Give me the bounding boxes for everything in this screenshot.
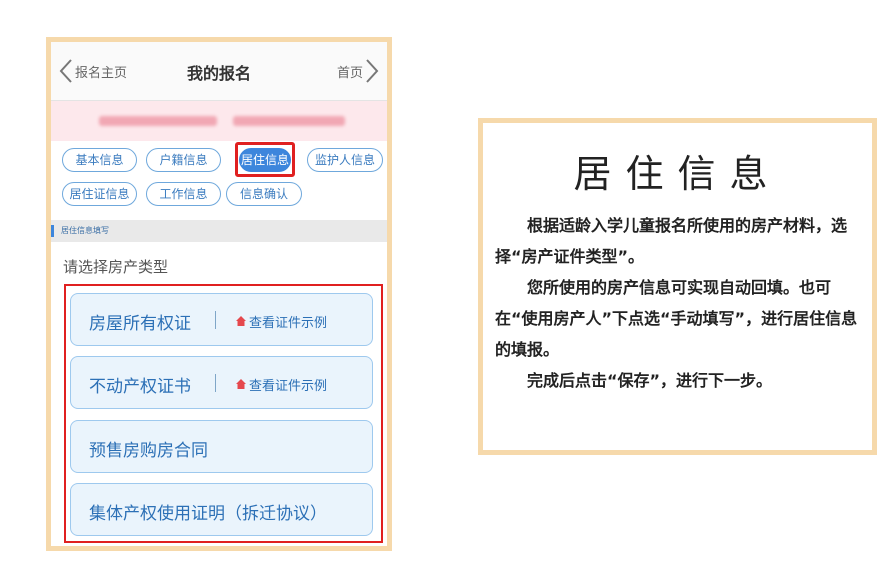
tab-household-info[interactable]: 户籍信息	[146, 148, 221, 172]
active-tab-highlight	[235, 142, 295, 177]
tab-info-confirm[interactable]: 信息确认	[226, 182, 302, 206]
instruction-text: 根据适龄入学儿童报名所使用的房产材料，选择“房产证件类型”。 您所使用的房产信息…	[495, 210, 863, 396]
tab-residence-permit-info[interactable]: 居住证信息	[62, 182, 137, 206]
home-label: 首页	[336, 65, 363, 81]
redacted-name	[99, 116, 217, 126]
option-label: 预售房购房合同	[89, 441, 208, 461]
option-real-estate-cert[interactable]: 不动产权证书 查看证件示例	[70, 356, 373, 409]
home-button[interactable]: 首页	[337, 58, 379, 84]
option-label: 房屋所有权证	[89, 314, 191, 334]
divider	[215, 311, 216, 329]
instruction-paragraph: 您所使用的房产信息可实现自动回填。也可在“使用房产人”下点选“手动填写”，进行居…	[495, 278, 858, 359]
applicant-name-banner	[51, 101, 387, 141]
option-presale-contract[interactable]: 预售房购房合同	[70, 420, 373, 473]
view-example-label: 查看证件示例	[249, 315, 328, 331]
view-example-link[interactable]: 查看证件示例	[236, 311, 327, 331]
nav-bar: 报名主页 我的报名 首页	[51, 42, 387, 101]
option-house-ownership-cert[interactable]: 房屋所有权证 查看证件示例	[70, 293, 373, 346]
instruction-panel: 居住信息 根据适龄入学儿童报名所使用的房产材料，选择“房产证件类型”。 您所使用…	[478, 118, 877, 455]
option-label: 不动产权证书	[89, 377, 191, 397]
tab-guardian-info[interactable]: 监护人信息	[307, 148, 383, 172]
phone-screenshot: 报名主页 我的报名 首页 基本信息 户籍信息 居住信息 监护人信息 居住证信息 …	[46, 37, 392, 551]
divider	[215, 374, 216, 392]
house-icon	[236, 379, 246, 389]
view-example-link[interactable]: 查看证件示例	[236, 374, 327, 394]
instruction-title: 居住信息	[573, 152, 782, 196]
section-marker	[51, 225, 54, 237]
redacted-id	[233, 116, 345, 126]
tab-basic-info[interactable]: 基本信息	[62, 148, 137, 172]
view-example-label: 查看证件示例	[249, 378, 328, 394]
option-collective-property-proof[interactable]: 集体产权使用证明（拆迁协议）	[70, 483, 373, 536]
section-header: 居住信息填写	[51, 220, 387, 242]
tab-work-info[interactable]: 工作信息	[146, 182, 221, 206]
chevron-right-icon	[366, 59, 379, 83]
instruction-paragraph: 根据适龄入学儿童报名所使用的房产材料，选择“房产证件类型”。	[495, 216, 848, 266]
instruction-paragraph: 完成后点击“保存”，进行下一步。	[527, 371, 773, 390]
section-label: 居住信息填写	[61, 226, 109, 235]
option-label: 集体产权使用证明（拆迁协议）	[89, 504, 327, 524]
house-icon	[236, 316, 246, 326]
property-type-prompt: 请选择房产类型	[63, 258, 169, 276]
